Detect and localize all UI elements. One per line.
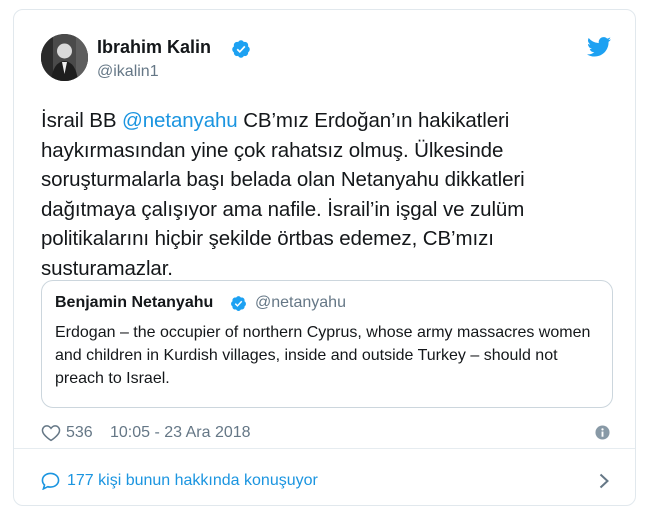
quoted-tweet-text: Erdogan – the occupier of northern Cypru… <box>55 324 591 387</box>
conversation-label[interactable]: 177 kişi bunun hakkında konuşuyor <box>67 472 318 490</box>
mention-link[interactable]: @netanyahu <box>122 109 238 132</box>
conversation-link[interactable]: 177 kişi bunun hakkında konuşuyor <box>41 470 613 492</box>
tweet-text-part: İsrail BB <box>41 109 123 132</box>
chevron-right-icon[interactable] <box>598 473 610 489</box>
tweet-card: Ibrahim Kalin @ikalin1 İsrail BB @netany… <box>13 9 636 506</box>
tweet-text-part: CB’mız Erdoğan’ın hakikatleri haykırması… <box>41 109 525 280</box>
tweet-text: İsrail BB @netanyahu CB’mız Erdoğan’ın h… <box>41 106 621 283</box>
tweet-meta-row: 536 10:05 - 23 Ara 2018 <box>41 422 613 444</box>
quoted-tweet[interactable]: Benjamin Netanyahu @netanyahu Erdogan – … <box>41 280 613 408</box>
speech-bubble-icon <box>41 472 60 490</box>
divider <box>14 448 635 449</box>
info-icon[interactable] <box>595 425 610 440</box>
verified-badge-icon <box>232 40 250 58</box>
tweet-timestamp[interactable]: 10:05 - 23 Ara 2018 <box>110 424 251 442</box>
twitter-bird-icon[interactable] <box>587 37 611 57</box>
like-count[interactable]: 536 <box>66 424 93 442</box>
quoted-author-name: Benjamin Netanyahu <box>55 294 214 311</box>
verified-badge-icon <box>231 296 246 311</box>
author-name[interactable]: Ibrahim Kalin <box>97 37 211 58</box>
quoted-author-handle: @netanyahu <box>255 294 346 311</box>
avatar[interactable] <box>41 34 88 81</box>
author-handle[interactable]: @ikalin1 <box>97 63 159 81</box>
heart-icon[interactable] <box>41 423 61 442</box>
